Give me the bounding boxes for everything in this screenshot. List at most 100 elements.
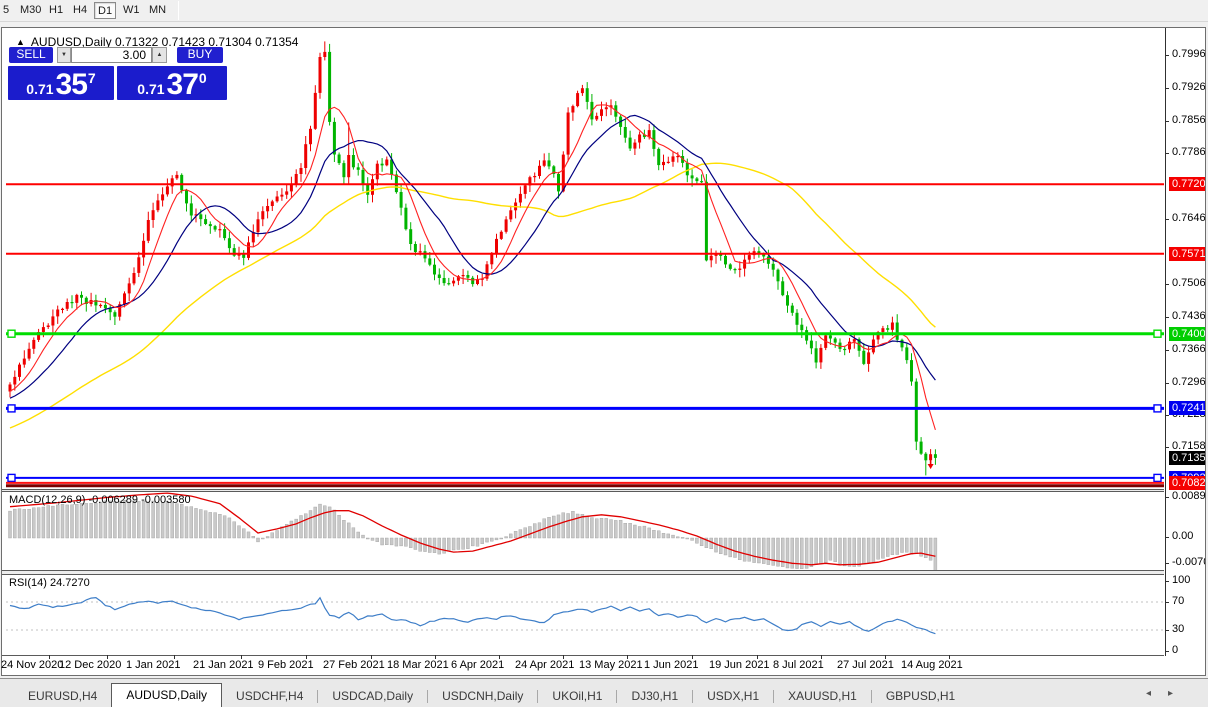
tab-usdcad-daily[interactable]: USDCAD,Daily	[318, 686, 427, 707]
timeframe-button-MN[interactable]: MN	[146, 2, 169, 19]
time-tick-mark	[241, 655, 242, 659]
axis-tick-mark	[1165, 87, 1169, 89]
buy-price-panel[interactable]: 0.71 37 0	[117, 66, 227, 100]
axis-tick-mark	[1165, 317, 1169, 319]
tab-usdx-h1[interactable]: USDX,H1	[693, 686, 773, 707]
rsi-axis-label: 100	[1172, 574, 1191, 586]
collapse-triangle-icon[interactable]: ▲	[16, 37, 25, 47]
price-level-badge: 0.74007	[1169, 326, 1205, 341]
price-tick-label: 0.77860	[1172, 146, 1205, 159]
tab-ukoil-h1[interactable]: UKOil,H1	[538, 686, 616, 707]
tab-audusd-daily[interactable]: AUDUSD,Daily	[111, 683, 223, 707]
time-axis-label: 18 Mar 2021	[387, 659, 449, 671]
time-tick-mark	[885, 655, 886, 659]
time-axis-label: 1 Jun 2021	[644, 659, 699, 671]
timeframe-button-5[interactable]: 5	[0, 2, 12, 19]
tab-bar: ◂ ▸ EURUSD,H4 AUDUSD,Daily USDCHF,H4 USDCAD…	[0, 678, 1208, 707]
buy-price-prefix: 0.71	[137, 81, 165, 97]
time-tick-mark	[49, 655, 50, 659]
axis-tick-mark	[1165, 120, 1169, 122]
price-tick-label: 0.73660	[1172, 342, 1205, 355]
macd-indicator-values: -0.006289 -0.003580	[88, 494, 191, 506]
price-tick-label: 0.72960	[1172, 375, 1205, 388]
time-tick-mark	[306, 655, 307, 659]
sell-price-big: 35	[55, 68, 88, 101]
tab-eurusd-h4[interactable]: EURUSD,H4	[14, 686, 111, 707]
time-tick-mark	[435, 655, 436, 659]
tab-usdchf-h4[interactable]: USDCHF,H4	[222, 686, 317, 707]
volume-decrease-icon[interactable]: ▼	[57, 47, 71, 63]
time-axis-label: 8 Jul 2021	[773, 659, 824, 671]
timeframe-toolbar: 5 M30 H1 H4 D1 W1 MN	[0, 0, 1208, 22]
axis-tick-mark	[1165, 153, 1169, 155]
time-tick-mark	[692, 655, 693, 659]
chart-window: ▲ AUDUSD,Daily 0.71322 0.71423 0.71304 0.…	[1, 27, 1206, 676]
rsi-axis-label: 0	[1172, 644, 1179, 656]
time-axis-label: 27 Feb 2021	[323, 659, 385, 671]
sell-price-panel[interactable]: 0.71 35 7	[8, 66, 114, 100]
price-tick-label: 0.75060	[1172, 277, 1205, 290]
time-axis-label: 21 Jan 2021	[193, 659, 254, 671]
axis-tick-mark	[1165, 218, 1169, 220]
time-tick-mark	[174, 655, 175, 659]
axis-tick-mark	[1165, 284, 1169, 286]
tab-gbpusd-h1[interactable]: GBPUSD,H1	[872, 686, 969, 707]
axis-tick-mark	[1165, 55, 1169, 56]
time-tick-mark	[563, 655, 564, 659]
timeframe-button-D1[interactable]: D1	[94, 2, 117, 19]
axis-tick-mark	[1165, 382, 1169, 384]
price-tick-label: 0.76460	[1172, 211, 1205, 224]
price-tick-label: 0.74360	[1172, 310, 1205, 323]
time-tick-mark	[821, 655, 822, 659]
axis-tick-mark	[1165, 581, 1169, 582]
timeframe-button-W1[interactable]: W1	[120, 2, 143, 19]
axis-tick-mark	[1165, 651, 1169, 652]
macd-axis-label: 0.00	[1172, 530, 1194, 542]
sell-price-prefix: 0.71	[26, 81, 54, 97]
time-axis-label: 19 Jun 2021	[709, 659, 770, 671]
time-tick-mark	[757, 655, 758, 659]
time-axis-label: 27 Jul 2021	[837, 659, 894, 671]
axis-tick-mark	[1165, 602, 1169, 603]
rsi-pane-bottom-border	[2, 655, 1164, 656]
sell-price-sup: 7	[87, 70, 96, 86]
price-level-badge: 0.70820	[1169, 475, 1205, 490]
time-tick-mark	[107, 655, 108, 659]
price-tick-label: 0.79260	[1172, 80, 1205, 93]
time-axis-label: 12 Dec 2020	[59, 659, 122, 671]
buy-button[interactable]: BUY	[177, 47, 223, 63]
time-axis-label: 24 Apr 2021	[515, 659, 575, 671]
rsi-chart-canvas[interactable]	[6, 575, 1164, 655]
price-tick-label: 0.79960	[1172, 48, 1205, 60]
buy-price-big: 37	[166, 68, 199, 101]
timeframe-button-H1[interactable]: H1	[46, 2, 66, 19]
axis-tick-mark	[1165, 349, 1169, 351]
time-tick-mark	[627, 655, 628, 659]
time-tick-mark	[499, 655, 500, 659]
sell-button[interactable]: SELL	[9, 47, 53, 63]
tab-scroll-right-icon[interactable]: ▸	[1168, 688, 1173, 699]
axis-tick-mark	[1165, 497, 1169, 498]
time-tick-mark	[949, 655, 950, 659]
price-axis: 0.79960 0.79260 0.78560 0.77860 0.76460 0.750…	[1165, 28, 1205, 675]
macd-axis-label: -0.007017	[1172, 556, 1205, 568]
volume-increase-icon[interactable]: ▲	[152, 47, 167, 63]
time-axis-label: 1 Jan 2021	[126, 659, 181, 671]
timeframe-button-M30[interactable]: M30	[17, 2, 44, 19]
time-axis-label: 13 May 2021	[579, 659, 643, 671]
volume-input[interactable]: 3.00	[71, 47, 152, 63]
tab-scroll-left-icon[interactable]: ◂	[1146, 688, 1151, 699]
rsi-indicator-label: RSI(14) 24.7270	[9, 577, 90, 589]
time-axis-label: 14 Aug 2021	[901, 659, 963, 671]
buy-price-sup: 0	[198, 70, 207, 86]
timeframe-button-H4[interactable]: H4	[70, 2, 90, 19]
price-level-badge: 0.75716	[1169, 246, 1205, 261]
time-tick-mark	[371, 655, 372, 659]
toolbar-separator	[178, 1, 179, 20]
price-level-badge: 0.71354	[1169, 450, 1205, 465]
tab-usdcnh-daily[interactable]: USDCNH,Daily	[428, 686, 537, 707]
tab-dj30-h1[interactable]: DJ30,H1	[617, 686, 692, 707]
axis-tick-mark	[1165, 630, 1169, 631]
tab-xauusd-h1[interactable]: XAUUSD,H1	[774, 686, 871, 707]
price-tick-label: 0.78560	[1172, 113, 1205, 126]
